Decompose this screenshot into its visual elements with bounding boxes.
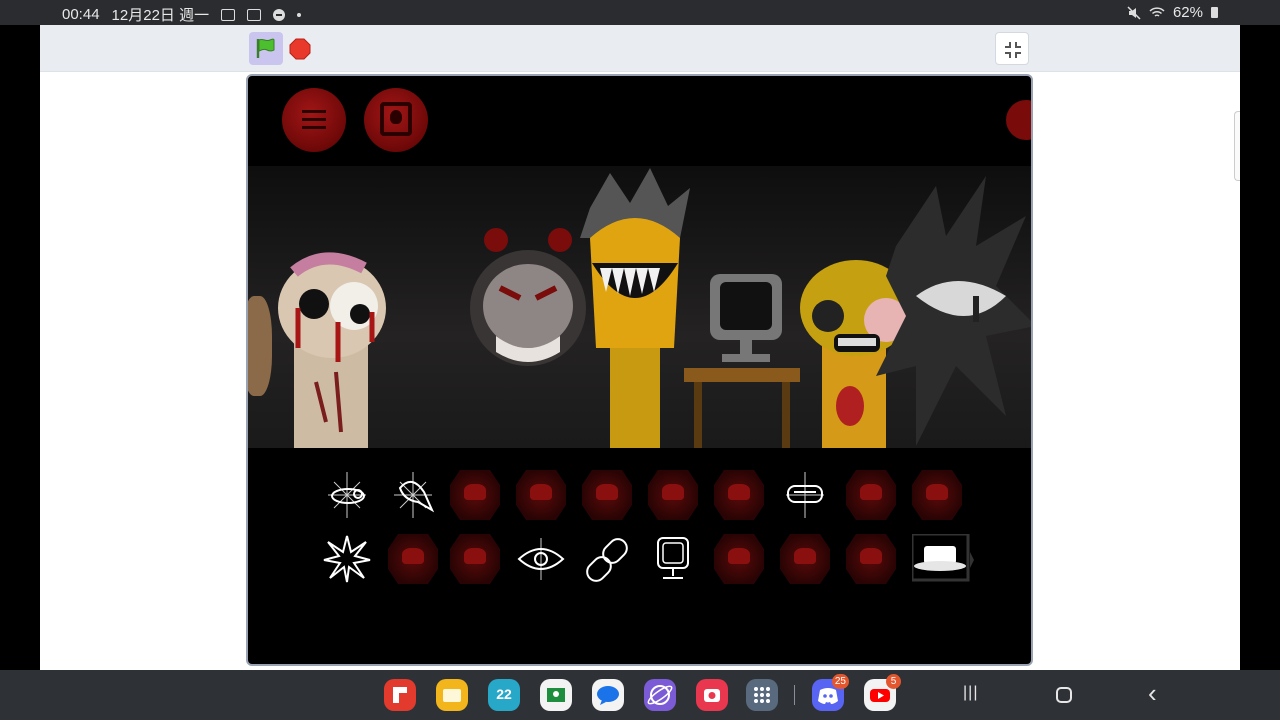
character-computer	[684, 274, 800, 448]
flipboard-icon	[393, 687, 407, 703]
folder-icon	[443, 689, 461, 702]
character-edge-left	[248, 296, 272, 396]
eye-icon	[517, 538, 565, 580]
notification-dot-icon	[297, 12, 302, 17]
youtube-badge: 5	[886, 674, 901, 689]
wifi-icon	[1149, 7, 1165, 17]
menu-icon	[302, 110, 326, 113]
sound-icon-locked[interactable]	[642, 466, 704, 528]
camera-icon	[704, 689, 720, 702]
menu-button[interactable]	[282, 88, 346, 152]
sound-icon-row-2	[248, 530, 1031, 594]
bleeding-head-icon	[394, 472, 435, 518]
green-flag-button[interactable]	[249, 32, 283, 65]
discord-badge: 25	[831, 674, 849, 689]
sound-icon-locked[interactable]	[444, 466, 506, 528]
eye-mask-icon	[786, 472, 824, 518]
sound-icon-locked[interactable]	[576, 466, 638, 528]
status-date: 12月22日 週一	[111, 7, 210, 24]
battery-icon	[1211, 7, 1218, 18]
classroom-app[interactable]	[540, 679, 572, 711]
fullscreen-exit-button[interactable]	[995, 32, 1029, 65]
character-scene	[248, 166, 1031, 448]
app-drawer[interactable]	[746, 679, 778, 711]
character-icon	[380, 102, 412, 136]
navigation-bar: 22 25 5	[0, 670, 1280, 720]
character-zombie	[278, 252, 386, 448]
character-fanged	[580, 168, 690, 448]
scroll-handle[interactable]	[1234, 111, 1240, 181]
sound-icon-bleeding-head[interactable]	[382, 466, 444, 528]
sound-icon-locked[interactable]	[774, 530, 836, 592]
star-burst-icon	[323, 535, 371, 583]
classroom-icon	[547, 688, 565, 702]
spider-creature-icon	[328, 472, 366, 518]
home-button[interactable]	[1055, 686, 1073, 704]
game-stage[interactable]	[246, 74, 1033, 666]
sound-icon-spider[interactable]	[316, 466, 378, 528]
sound-icon-locked[interactable]	[840, 466, 902, 528]
sound-icon-locked[interactable]	[906, 466, 968, 528]
white-hat-icon	[912, 534, 974, 582]
stop-sign-icon[interactable]	[289, 38, 311, 60]
apps-grid-icon	[754, 687, 770, 703]
letterbox-right	[1240, 25, 1280, 670]
web-content	[40, 25, 1240, 670]
character-select-button[interactable]	[364, 88, 428, 152]
fullscreen-exit-icon	[1005, 42, 1021, 58]
sound-icon-white-hat[interactable]	[906, 530, 974, 592]
internet-app[interactable]	[644, 679, 676, 711]
sound-icon-computer[interactable]	[642, 530, 704, 592]
sound-icon-star-burst[interactable]	[316, 530, 378, 592]
youtube-app[interactable]: 5	[864, 674, 901, 711]
status-bar: 00:44 12月22日 週一 62%	[0, 0, 1280, 25]
scratch-toolbar	[40, 25, 1240, 72]
letterbox-left	[0, 25, 40, 670]
do-not-disturb-icon	[273, 8, 286, 21]
taskbar-divider	[794, 685, 795, 705]
mute-icon	[1127, 5, 1141, 20]
sound-icon-locked[interactable]	[840, 530, 902, 592]
status-time: 00:44	[62, 6, 100, 23]
globe-icon	[647, 685, 673, 705]
sound-icon-row-1	[248, 466, 1031, 530]
computer-monitor-icon	[657, 537, 689, 579]
screen-capture-icon	[221, 8, 236, 21]
camera-app[interactable]	[696, 679, 728, 711]
sound-icon-locked[interactable]	[444, 530, 506, 592]
back-button[interactable]: ‹	[1148, 678, 1157, 709]
sound-icon-locked[interactable]	[382, 530, 444, 592]
calendar-day: 22	[496, 686, 512, 702]
green-flag-icon	[256, 38, 275, 58]
battery-percent: 62%	[1172, 4, 1203, 21]
files-app[interactable]	[436, 679, 468, 711]
flipboard-app[interactable]	[384, 679, 416, 711]
calendar-app[interactable]: 22	[488, 679, 520, 711]
discord-app[interactable]: 25	[812, 674, 849, 711]
sound-icon-locked[interactable]	[510, 466, 572, 528]
sound-icon-eye-mask[interactable]	[774, 466, 836, 528]
edge-button[interactable]	[1006, 100, 1031, 140]
screen-record-icon	[247, 8, 262, 21]
chat-bubble-icon	[597, 686, 619, 705]
pills-icon	[586, 538, 628, 582]
sound-icon-locked[interactable]	[708, 530, 770, 592]
character-spiky	[876, 176, 1031, 446]
messages-app[interactable]	[592, 679, 624, 711]
sound-icon-locked[interactable]	[708, 466, 770, 528]
recent-apps-button[interactable]: |||	[963, 684, 978, 702]
sound-icon-pills[interactable]	[576, 530, 638, 592]
sound-icon-eye[interactable]	[510, 530, 572, 592]
